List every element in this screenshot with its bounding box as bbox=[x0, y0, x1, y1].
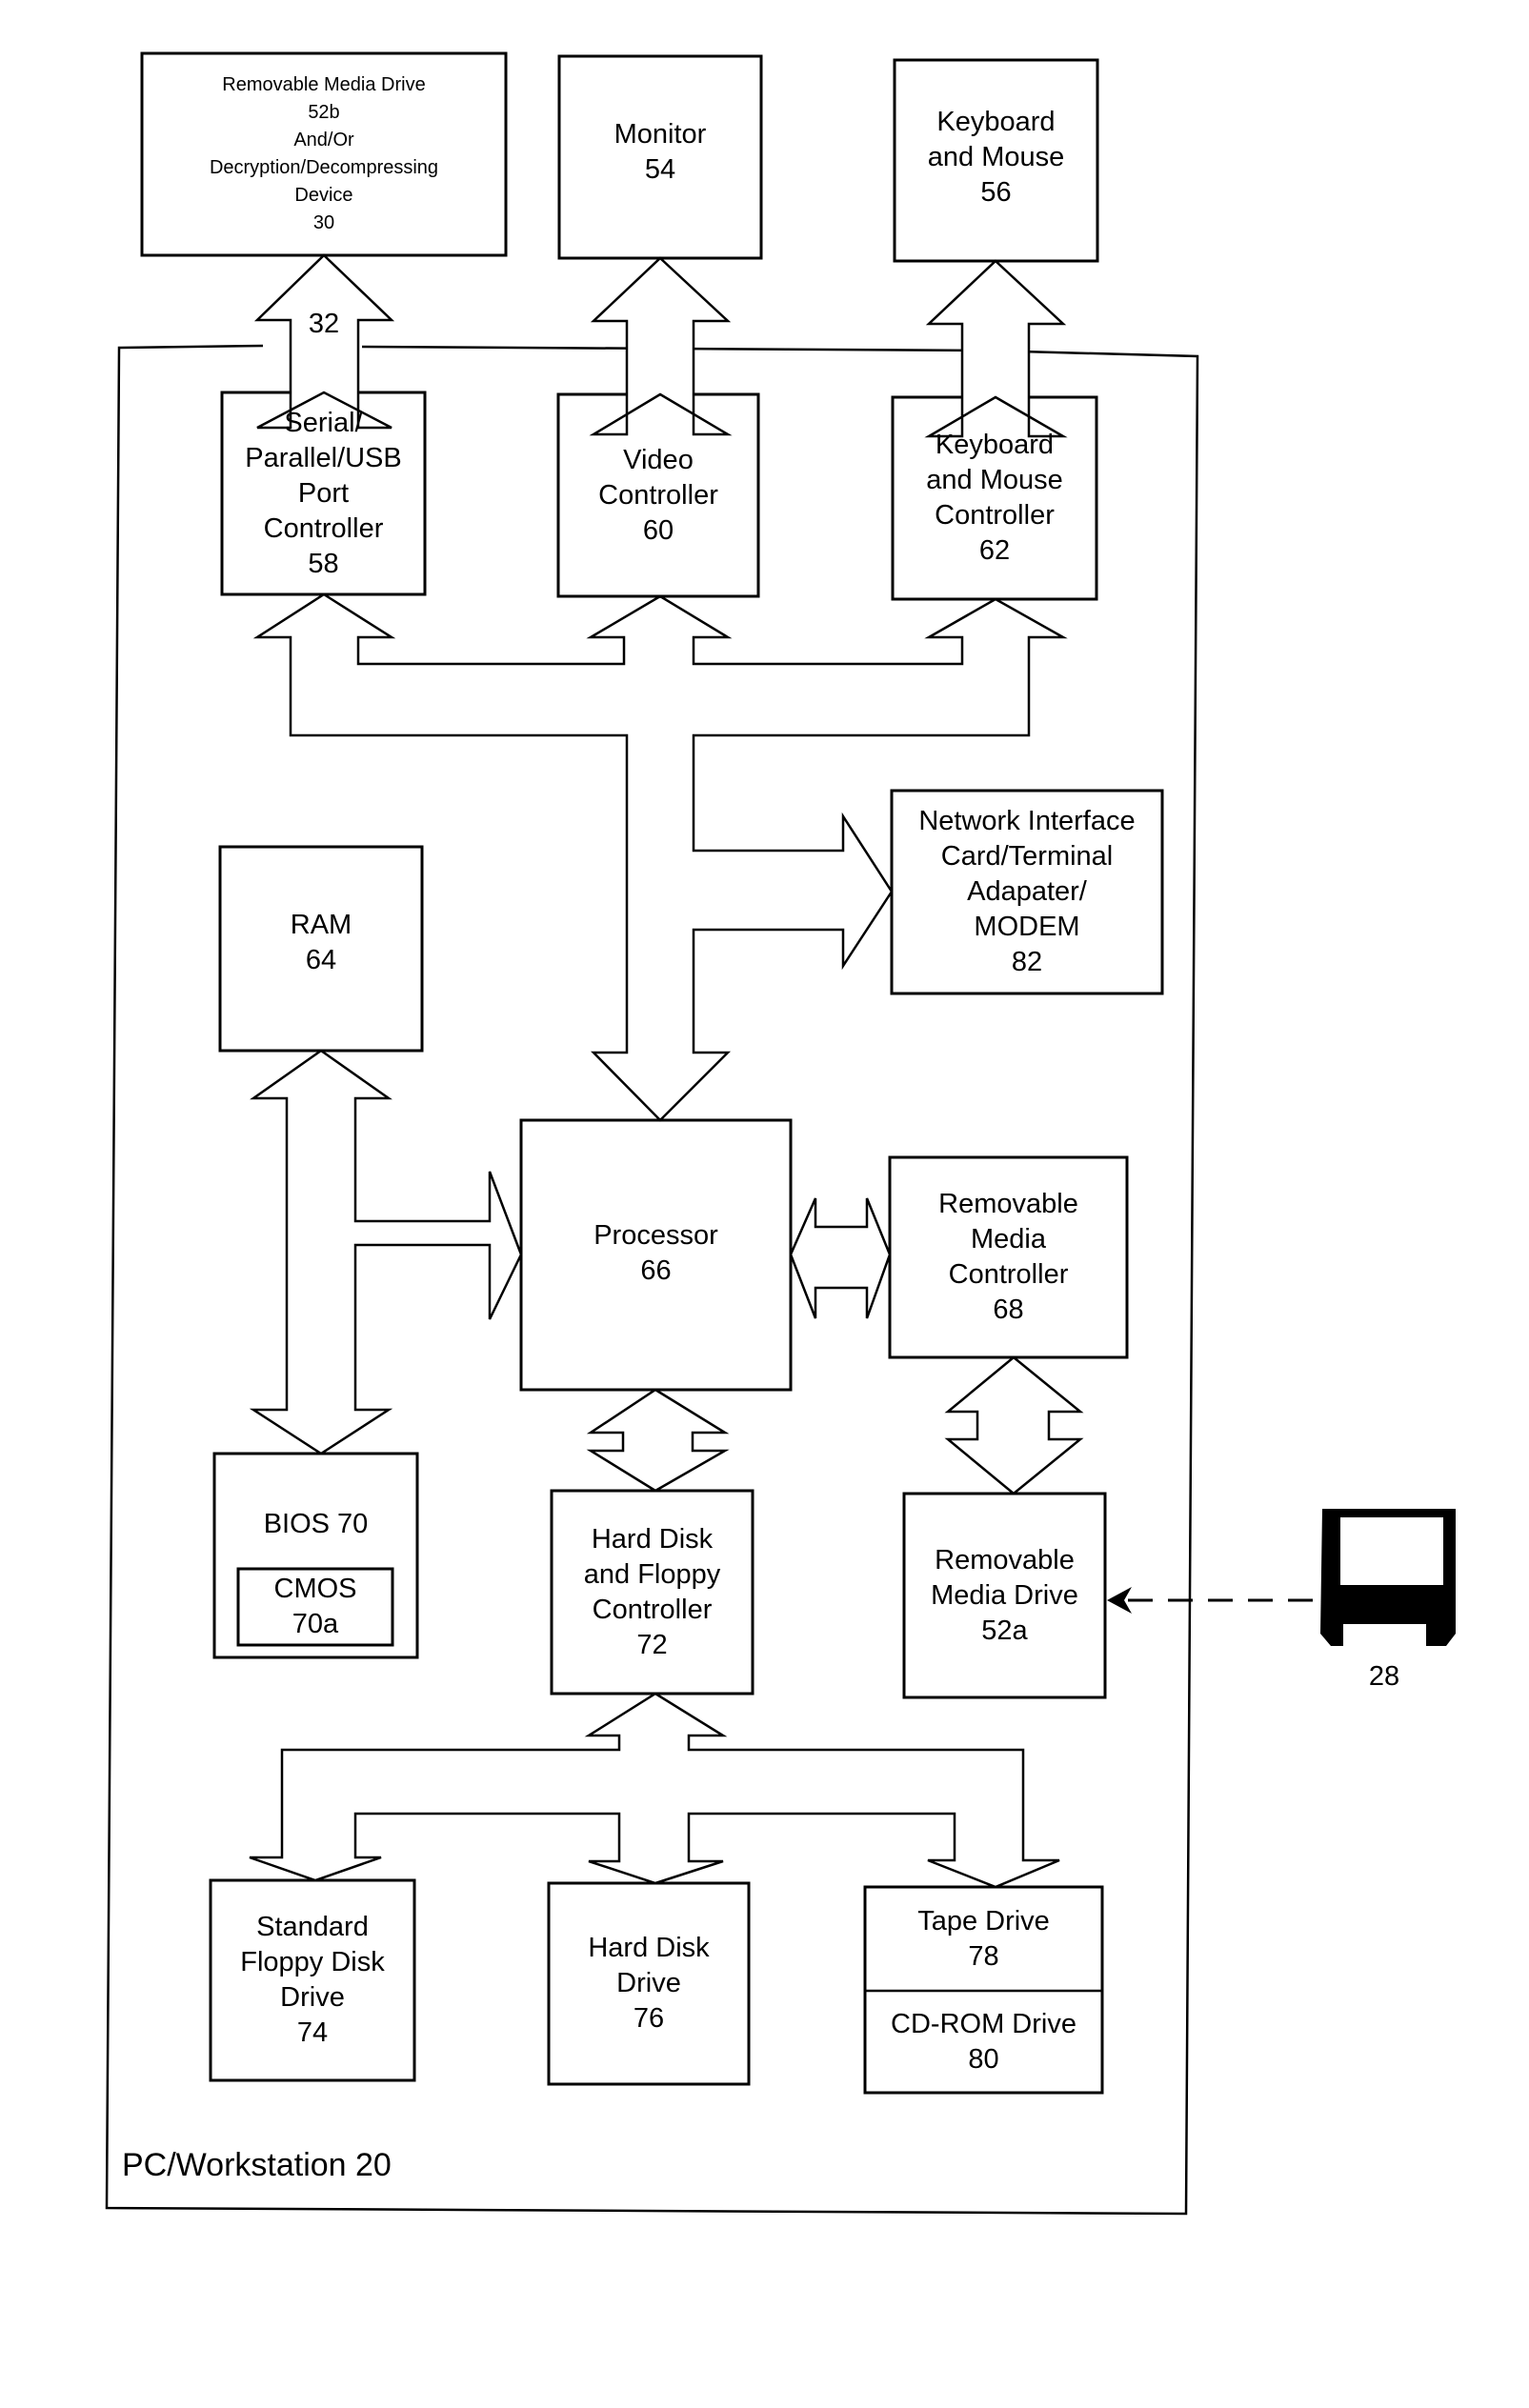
label-line: Tape Drive bbox=[917, 1905, 1050, 1936]
label-line: Monitor bbox=[614, 119, 707, 150]
processor-label: Processor 66 bbox=[521, 1206, 791, 1301]
label-line: 64 bbox=[305, 945, 337, 975]
keyboard-mouse-label: Keyboard and Mouse 56 bbox=[895, 95, 1097, 219]
drive-bus-arrow bbox=[249, 1692, 1060, 1889]
label-line: 52a bbox=[981, 1615, 1028, 1646]
port-controller-label: Serial/ Parallel/USB Port Controller 58 bbox=[222, 392, 425, 594]
label-line: Removable bbox=[935, 1544, 1075, 1575]
label-line: and Mouse bbox=[927, 141, 1065, 172]
video-controller-label: Video Controller 60 bbox=[558, 394, 758, 596]
memory-bus-arrow bbox=[249, 1049, 523, 1455]
label-line: MODEM bbox=[974, 912, 1080, 942]
label-line: 78 bbox=[968, 1940, 999, 1972]
label-line: 60 bbox=[642, 514, 674, 546]
tape-drive-label: Tape Drive 78 bbox=[865, 1887, 1102, 1991]
floppy-drive-label: Standard Floppy Disk Drive 74 bbox=[211, 1880, 414, 2080]
removable-drive-52b-label: Removable Media Drive 52b And/Or Decrypt… bbox=[142, 53, 506, 255]
ram-label: RAM 64 bbox=[220, 895, 422, 991]
label-line: Controller bbox=[935, 500, 1055, 531]
monitor-label: Monitor 54 bbox=[559, 105, 761, 200]
label-line: 66 bbox=[640, 1255, 672, 1286]
label-line: 58 bbox=[308, 548, 339, 579]
label-line: CMOS bbox=[273, 1574, 357, 1604]
label-line: RAM bbox=[290, 910, 352, 940]
kbm-controller-label: Keyboard and Mouse Controller 62 bbox=[893, 397, 1096, 599]
label-line: 82 bbox=[1011, 947, 1043, 977]
label-line: Decryption/Decompressing bbox=[209, 157, 439, 178]
label-line: Media bbox=[971, 1224, 1046, 1254]
label-line: Controller bbox=[598, 479, 718, 511]
label-line: Media Drive bbox=[931, 1579, 1078, 1611]
label-line: Removable Media Drive bbox=[222, 74, 426, 95]
label-line: Port bbox=[297, 477, 350, 509]
label-line: Drive bbox=[616, 1968, 681, 1998]
label-line: Card/Terminal bbox=[940, 841, 1114, 872]
cdrom-label: CD-ROM Drive 80 bbox=[865, 1991, 1102, 2093]
rm-controller-label: Removable Media Controller 68 bbox=[890, 1157, 1127, 1357]
label-line: 30 bbox=[312, 212, 335, 233]
processor-rmc-arrow bbox=[789, 1197, 892, 1319]
label-line: Keyboard bbox=[935, 430, 1055, 460]
label-line: Hard Disk bbox=[588, 1933, 710, 1963]
label-line: Hard Disk bbox=[591, 1523, 714, 1555]
label-line: Floppy Disk bbox=[240, 1947, 385, 1977]
nic-label: Network Interface Card/Terminal Adapater… bbox=[892, 791, 1162, 993]
cmos-label: CMOS 70a bbox=[238, 1569, 392, 1645]
label-line: and Mouse bbox=[926, 465, 1063, 495]
label-line: 56 bbox=[980, 176, 1012, 208]
hd-floppy-controller-label: Hard Disk and Floppy Controller 72 bbox=[552, 1491, 753, 1694]
label-line: Video bbox=[623, 444, 694, 475]
label-line: And/Or bbox=[293, 130, 354, 150]
label-line: Standard bbox=[256, 1912, 369, 1942]
label-line: Controller bbox=[263, 512, 384, 544]
label-line: Adapater/ bbox=[967, 876, 1087, 907]
hard-disk-label: Hard Disk Drive 76 bbox=[549, 1883, 749, 2084]
label-line: 68 bbox=[993, 1294, 1024, 1325]
label-line: 72 bbox=[636, 1629, 668, 1660]
label-line: Drive bbox=[280, 1982, 345, 2013]
label-line: Controller bbox=[948, 1259, 1069, 1290]
bus-32-label: 32 bbox=[308, 308, 340, 339]
label-line: Keyboard bbox=[936, 106, 1056, 137]
bios-label: BIOS 70 bbox=[263, 1508, 369, 1539]
label-line: 62 bbox=[978, 535, 1011, 566]
label-line: 80 bbox=[968, 2043, 999, 2075]
label-line: 70a bbox=[292, 1609, 339, 1639]
label-line: and Floppy bbox=[583, 1558, 721, 1590]
label-line: Network Interface bbox=[918, 806, 1136, 836]
processor-hdc-arrow bbox=[586, 1388, 730, 1493]
rmc-rmdrive-arrow bbox=[944, 1355, 1084, 1495]
label-line: 54 bbox=[644, 154, 676, 185]
label-line: Parallel/USB bbox=[245, 442, 402, 473]
label-line: Removable bbox=[938, 1189, 1078, 1219]
label-line: 52b bbox=[308, 102, 340, 123]
pc-workstation-label: PC/Workstation 20 bbox=[122, 2147, 392, 2183]
label-line: Controller bbox=[592, 1594, 713, 1625]
label-line: 76 bbox=[633, 2003, 665, 2034]
disk-28-label: 28 bbox=[1368, 1660, 1400, 1692]
label-line: CD-ROM Drive bbox=[891, 2008, 1076, 2039]
rm-drive-52a-label: Removable Media Drive 52a bbox=[904, 1494, 1105, 1697]
label-line: Processor bbox=[593, 1220, 718, 1251]
label-line: Serial/ bbox=[284, 407, 363, 438]
label-line: Device bbox=[294, 185, 353, 206]
floppy-disk-icon[interactable] bbox=[1320, 1509, 1456, 1648]
label-line: 74 bbox=[296, 2017, 329, 2048]
